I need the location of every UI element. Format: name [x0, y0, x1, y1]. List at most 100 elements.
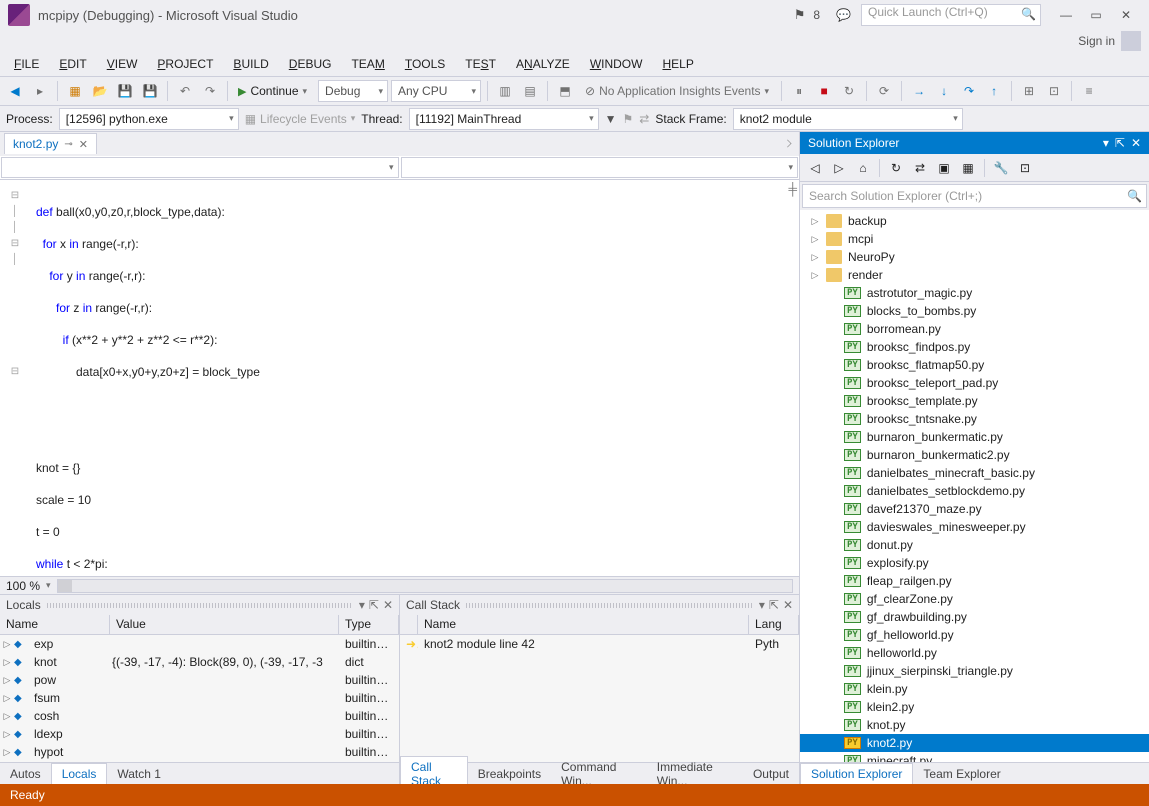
refresh-icon[interactable]: ↻	[885, 157, 907, 179]
file-node[interactable]: PYburnaron_bunkermatic.py	[800, 428, 1149, 446]
feedback-icon[interactable]: 💬	[836, 8, 851, 22]
expand-icon[interactable]: ▷	[0, 675, 14, 686]
file-node[interactable]: PYklein.py	[800, 680, 1149, 698]
nav-back-button[interactable]: ◀	[4, 80, 26, 102]
pin-icon[interactable]: ⇱	[369, 598, 379, 612]
user-avatar-icon[interactable]	[1121, 31, 1141, 51]
save-button[interactable]: 💾	[114, 80, 136, 102]
new-project-button[interactable]: ▦	[64, 80, 86, 102]
sign-in-link[interactable]: Sign in	[1078, 34, 1115, 48]
toolbar-btn-2[interactable]: ▤	[519, 80, 541, 102]
locals-grid[interactable]: Name Value Type ▷◆expbuiltin_fu▷◆knot{(-…	[0, 615, 399, 762]
thread-dropdown[interactable]: [11192] MainThread▾	[409, 108, 599, 130]
tab-watch1[interactable]: Watch 1	[107, 764, 171, 784]
file-node[interactable]: PYexplosify.py	[800, 554, 1149, 572]
thread-toggle-icon[interactable]: ⇄	[639, 112, 649, 126]
pin-icon[interactable]: ⊸	[64, 139, 72, 150]
restart-button[interactable]: ↻	[838, 80, 860, 102]
config-dropdown[interactable]: Debug▾	[318, 80, 388, 102]
panel-dropdown-icon[interactable]: ▾	[359, 598, 365, 612]
file-node[interactable]: PYdonut.py	[800, 536, 1149, 554]
file-node[interactable]: PYborromean.py	[800, 320, 1149, 338]
callstack-grid[interactable]: Name Lang ➜ knot2 module line 42 Pyth	[400, 615, 799, 762]
scope-dropdown[interactable]: ▾	[1, 157, 399, 178]
file-node[interactable]: PYhelloworld.py	[800, 644, 1149, 662]
fwd-icon[interactable]: ▷	[828, 157, 850, 179]
file-node[interactable]: PYbrooksc_tntsnake.py	[800, 410, 1149, 428]
menu-project[interactable]: PROJECT	[149, 55, 221, 73]
pin-icon[interactable]: ⇱	[769, 598, 779, 612]
notification-flags[interactable]: ⚑ 8 💬	[794, 7, 851, 23]
file-node[interactable]: PYbrooksc_findpos.py	[800, 338, 1149, 356]
code-editor[interactable]: ╪ ⊟ │ │ ⊟ │ ⊟ def ball(x0,y0,z0,r,block_…	[0, 180, 799, 576]
continue-button[interactable]: ▶ Continue ▾	[234, 80, 315, 102]
expand-icon[interactable]: ▷	[810, 234, 820, 245]
stack-frame-dropdown[interactable]: knot2 module▾	[733, 108, 963, 130]
tab-solution-explorer[interactable]: Solution Explorer	[800, 763, 913, 784]
step-over-button[interactable]: ↷	[958, 80, 980, 102]
file-node[interactable]: PYminecraft.py	[800, 752, 1149, 762]
show-next-button[interactable]: →	[908, 80, 930, 102]
minimize-button[interactable]: —	[1051, 5, 1081, 25]
home-icon[interactable]: ⌂	[852, 157, 874, 179]
toolbar-btn-1[interactable]: ▥	[494, 80, 516, 102]
filter-icon[interactable]: ▼	[605, 112, 617, 126]
member-dropdown[interactable]: ▾	[401, 157, 799, 178]
undo-button[interactable]: ↶	[174, 80, 196, 102]
toolbar-btn-6[interactable]: ⊡	[1043, 80, 1065, 102]
locals-row[interactable]: ▷◆ldexpbuiltin_fu	[0, 725, 399, 743]
close-tab-icon[interactable]: ✕	[79, 138, 88, 151]
file-node[interactable]: PYbrooksc_teleport_pad.py	[800, 374, 1149, 392]
menu-help[interactable]: HELP	[654, 55, 701, 73]
expand-icon[interactable]: ▷	[810, 252, 820, 263]
tab-locals[interactable]: Locals	[51, 763, 108, 784]
save-all-button[interactable]: 💾	[139, 80, 161, 102]
expand-icon[interactable]: ▷	[0, 657, 14, 668]
file-node[interactable]: PYburnaron_bunkermatic2.py	[800, 446, 1149, 464]
panel-dropdown-icon[interactable]: ▾	[759, 598, 765, 612]
file-node[interactable]: PYgf_drawbuilding.py	[800, 608, 1149, 626]
menu-tools[interactable]: TOOLS	[397, 55, 453, 73]
close-panel-icon[interactable]: ✕	[1131, 136, 1141, 150]
tab-knot2[interactable]: knot2.py ⊸ ✕	[4, 133, 97, 154]
panel-dropdown-icon[interactable]: ▾	[1103, 136, 1109, 150]
tab-autos[interactable]: Autos	[0, 764, 51, 784]
file-node[interactable]: PYbrooksc_template.py	[800, 392, 1149, 410]
menu-team[interactable]: TEAM	[343, 55, 392, 73]
step-out-button[interactable]: ↑	[983, 80, 1005, 102]
stop-button[interactable]: ■	[813, 80, 835, 102]
file-node[interactable]: PYdanielbates_minecraft_basic.py	[800, 464, 1149, 482]
back-icon[interactable]: ◁	[804, 157, 826, 179]
tab-output[interactable]: Output	[743, 764, 799, 784]
folder-node[interactable]: ▷mcpi	[800, 230, 1149, 248]
show-all-icon[interactable]: ▦	[957, 157, 979, 179]
expand-icon[interactable]: ▷	[810, 216, 820, 227]
menu-analyze[interactable]: ANALYZE	[508, 55, 578, 73]
file-node[interactable]: PYblocks_to_bombs.py	[800, 302, 1149, 320]
redo-button[interactable]: ↷	[199, 80, 221, 102]
platform-dropdown[interactable]: Any CPU▾	[391, 80, 481, 102]
pin-icon[interactable]: ⇱	[1115, 136, 1125, 150]
file-node[interactable]: PYknot.py	[800, 716, 1149, 734]
expand-icon[interactable]: ▷	[0, 747, 14, 758]
callstack-row[interactable]: ➜ knot2 module line 42 Pyth	[400, 635, 799, 653]
locals-row[interactable]: ▷◆powbuiltin_fu	[0, 671, 399, 689]
close-button[interactable]: ✕	[1111, 5, 1141, 25]
file-node[interactable]: PYjjinux_sierpinski_triangle.py	[800, 662, 1149, 680]
pause-button[interactable]: ⏸	[788, 80, 810, 102]
code-content[interactable]: def ball(x0,y0,z0,r,block_type,data): fo…	[30, 180, 799, 576]
zoom-dropdown[interactable]: 100 %	[6, 579, 40, 593]
file-node[interactable]: PYdanielbates_setblockdemo.py	[800, 482, 1149, 500]
horizontal-scrollbar[interactable]	[57, 579, 793, 593]
lifecycle-events-button[interactable]: ▦ Lifecycle Events ▾	[245, 112, 356, 126]
menu-edit[interactable]: EDIT	[51, 55, 94, 73]
locals-row[interactable]: ▷◆expbuiltin_fu	[0, 635, 399, 653]
properties-icon[interactable]: 🔧	[990, 157, 1012, 179]
step-into-button[interactable]: ↓	[933, 80, 955, 102]
solution-explorer-header[interactable]: Solution Explorer ▾⇱✕	[800, 132, 1149, 154]
locals-row[interactable]: ▷◆hypotbuiltin_fu	[0, 743, 399, 761]
expand-icon[interactable]: ▷	[0, 711, 14, 722]
file-node[interactable]: PYgf_clearZone.py	[800, 590, 1149, 608]
menu-window[interactable]: WINDOW	[582, 55, 651, 73]
restore-button[interactable]: ▭	[1081, 5, 1111, 25]
